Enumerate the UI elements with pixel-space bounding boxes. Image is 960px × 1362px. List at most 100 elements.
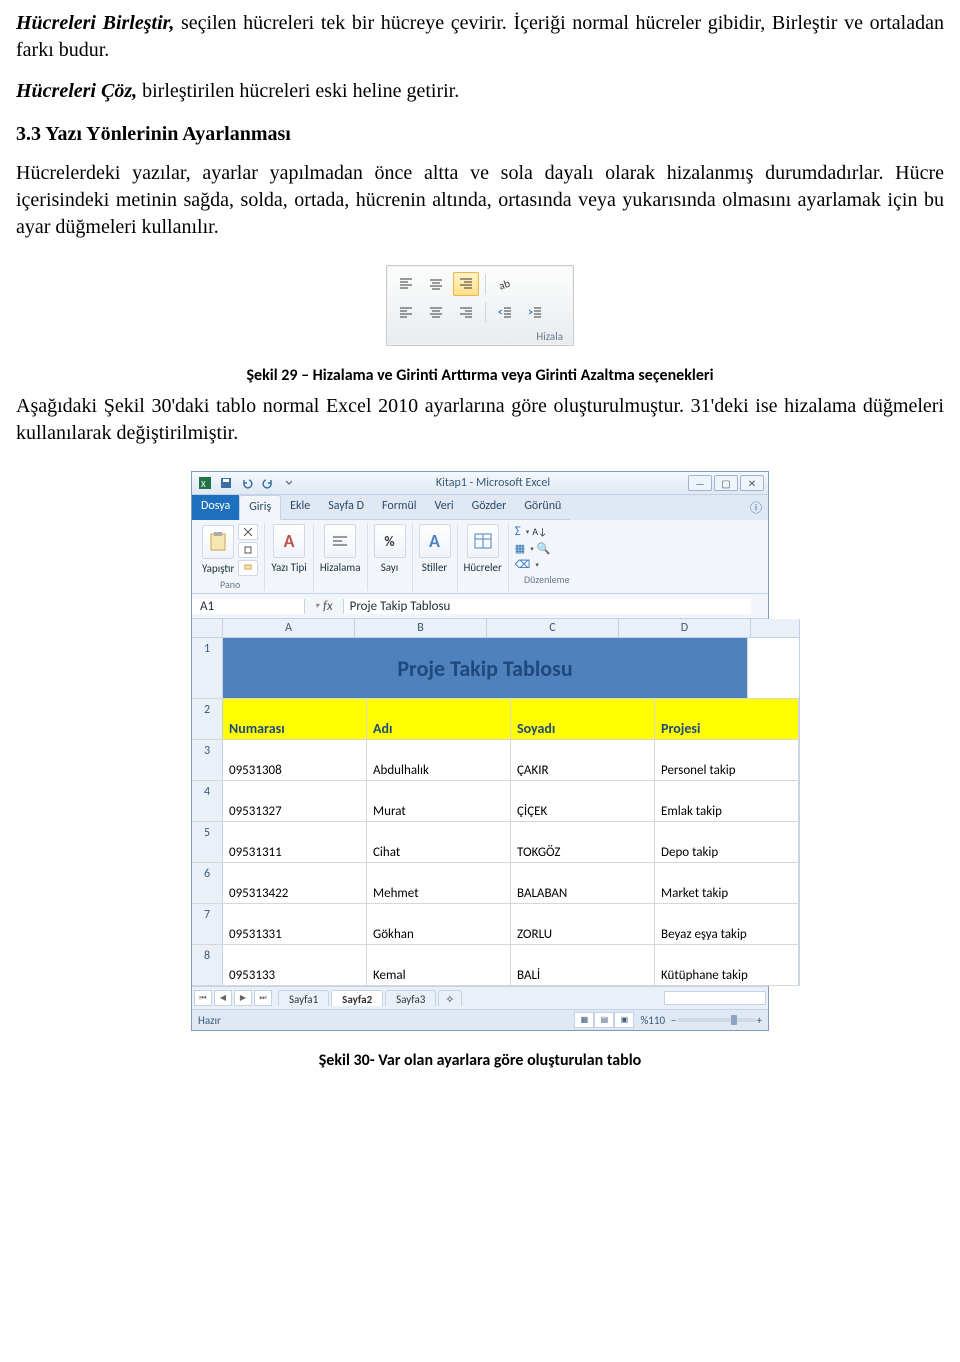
col-A[interactable]: A xyxy=(223,619,355,637)
find-icon[interactable]: 🔍 xyxy=(537,542,551,555)
cell[interactable]: ÇAKIR xyxy=(511,740,655,780)
cell[interactable]: BALİ xyxy=(511,945,655,985)
sheet-nav-prev[interactable]: ◀ xyxy=(214,990,232,1006)
merged-title-cell[interactable]: Proje Takip Tablosu xyxy=(223,638,748,698)
name-box[interactable]: A1 xyxy=(192,599,305,614)
worksheet-grid[interactable]: A B C D 1 Proje Takip Tablosu 2 Numarası xyxy=(192,619,799,986)
cell[interactable]: Kemal xyxy=(367,945,511,985)
tab-review[interactable]: Gözder xyxy=(463,495,516,520)
tab-formulas[interactable]: Formül xyxy=(373,495,426,520)
increase-indent-button[interactable] xyxy=(522,300,548,324)
align-top-button[interactable] xyxy=(393,272,419,296)
close-button[interactable]: ✕ xyxy=(740,475,764,491)
cell[interactable]: Murat xyxy=(367,781,511,821)
cell[interactable]: 09531327 xyxy=(223,781,367,821)
formula-input[interactable]: Proje Takip Tablosu xyxy=(343,599,751,614)
cells-icon[interactable] xyxy=(467,524,499,558)
cell[interactable]: BALABAN xyxy=(511,863,655,903)
tab-view[interactable]: Görünü xyxy=(515,495,570,520)
autosum-icon[interactable]: Σ xyxy=(515,524,521,539)
header-cell[interactable]: Numarası xyxy=(223,699,367,739)
cell[interactable]: 0953133 xyxy=(223,945,367,985)
align-center-button[interactable] xyxy=(423,300,449,324)
cell[interactable]: Cihat xyxy=(367,822,511,862)
col-B[interactable]: B xyxy=(355,619,487,637)
qat-dropdown-icon[interactable] xyxy=(280,475,298,491)
cut-icon[interactable] xyxy=(238,524,258,540)
cell[interactable]: TOKGÖZ xyxy=(511,822,655,862)
view-page-break-icon[interactable]: ▣ xyxy=(614,1012,634,1028)
row-header-1[interactable]: 1 xyxy=(192,638,223,698)
sheet-tab-2[interactable]: Sayfa2 xyxy=(331,990,383,1006)
cell[interactable]: Personel takip xyxy=(655,740,799,780)
col-C[interactable]: C xyxy=(487,619,619,637)
cell[interactable]: ÇİÇEK xyxy=(511,781,655,821)
save-icon[interactable] xyxy=(217,475,235,491)
row-header[interactable]: 7 xyxy=(192,904,223,944)
cell[interactable]: Depo takip xyxy=(655,822,799,862)
cell[interactable]: 095313422 xyxy=(223,863,367,903)
row-header[interactable]: 8 xyxy=(192,945,223,985)
row-header-2[interactable]: 2 xyxy=(192,699,223,739)
tab-home[interactable]: Giriş xyxy=(239,495,281,520)
zoom-in-button[interactable]: + xyxy=(757,1014,762,1027)
view-normal-icon[interactable]: ▦ xyxy=(574,1012,594,1028)
alignment-icon[interactable] xyxy=(324,524,356,558)
sheet-nav-last[interactable]: ⏭ xyxy=(254,990,272,1006)
restore-button[interactable]: ▢ xyxy=(714,475,738,491)
cell[interactable]: Gökhan xyxy=(367,904,511,944)
cell[interactable]: Abdulhalık xyxy=(367,740,511,780)
sheet-nav-next[interactable]: ▶ xyxy=(234,990,252,1006)
font-icon[interactable]: A xyxy=(273,524,305,558)
orientation-button[interactable]: ab xyxy=(492,272,518,296)
copy-icon[interactable] xyxy=(238,542,258,558)
format-painter-icon[interactable] xyxy=(238,560,258,576)
styles-icon[interactable]: A xyxy=(419,524,451,558)
sort-filter-icon[interactable]: A↓ xyxy=(532,525,547,538)
header-cell[interactable]: Adı xyxy=(367,699,511,739)
sheet-tab-1[interactable]: Sayfa1 xyxy=(278,990,329,1006)
cell[interactable]: Emlak takip xyxy=(655,781,799,821)
clear-icon[interactable]: ⌫ xyxy=(515,558,531,571)
row-header[interactable]: 5 xyxy=(192,822,223,862)
help-icon[interactable]: ⓘ xyxy=(744,495,768,520)
cell[interactable]: Beyaz eşya takip xyxy=(655,904,799,944)
cell[interactable]: Market takip xyxy=(655,863,799,903)
row-header[interactable]: 4 xyxy=(192,781,223,821)
redo-icon[interactable] xyxy=(259,475,277,491)
sheet-nav-first[interactable]: ⏮ xyxy=(194,990,212,1006)
align-bottom-button[interactable] xyxy=(453,272,479,296)
view-page-layout-icon[interactable]: ▤ xyxy=(594,1012,614,1028)
header-cell[interactable]: Projesi xyxy=(655,699,799,739)
number-icon[interactable]: % xyxy=(374,524,406,558)
align-right-button[interactable] xyxy=(453,300,479,324)
tab-insert[interactable]: Ekle xyxy=(281,495,319,520)
row-header[interactable]: 6 xyxy=(192,863,223,903)
tab-data[interactable]: Veri xyxy=(426,495,463,520)
decrease-indent-button[interactable] xyxy=(492,300,518,324)
row-header[interactable]: 3 xyxy=(192,740,223,780)
minimize-button[interactable]: — xyxy=(688,475,712,491)
zoom-slider[interactable] xyxy=(677,1018,757,1022)
align-left-button[interactable] xyxy=(393,300,419,324)
undo-icon[interactable] xyxy=(238,475,256,491)
horizontal-scrollbar[interactable] xyxy=(664,991,766,1005)
cell[interactable]: 09531311 xyxy=(223,822,367,862)
select-all-corner[interactable] xyxy=(192,619,223,637)
align-middle-button[interactable] xyxy=(423,272,449,296)
cell[interactable]: 09531308 xyxy=(223,740,367,780)
sheet-tab-3[interactable]: Sayfa3 xyxy=(385,990,436,1006)
fill-icon[interactable]: ▦ xyxy=(515,542,525,555)
tab-file[interactable]: Dosya xyxy=(192,495,239,520)
vertical-scrollbar[interactable] xyxy=(799,619,800,986)
header-cell[interactable]: Soyadı xyxy=(511,699,655,739)
cell[interactable]: Mehmet xyxy=(367,863,511,903)
zoom-out-button[interactable]: − xyxy=(671,1014,676,1027)
col-D[interactable]: D xyxy=(619,619,751,637)
tab-layout[interactable]: Sayfa D xyxy=(319,495,373,520)
cell[interactable]: ZORLU xyxy=(511,904,655,944)
sheet-tab-new[interactable]: ✧ xyxy=(438,990,461,1006)
cell[interactable]: 09531331 xyxy=(223,904,367,944)
paste-icon[interactable] xyxy=(202,525,234,559)
cell[interactable]: Kütüphane takip xyxy=(655,945,799,985)
